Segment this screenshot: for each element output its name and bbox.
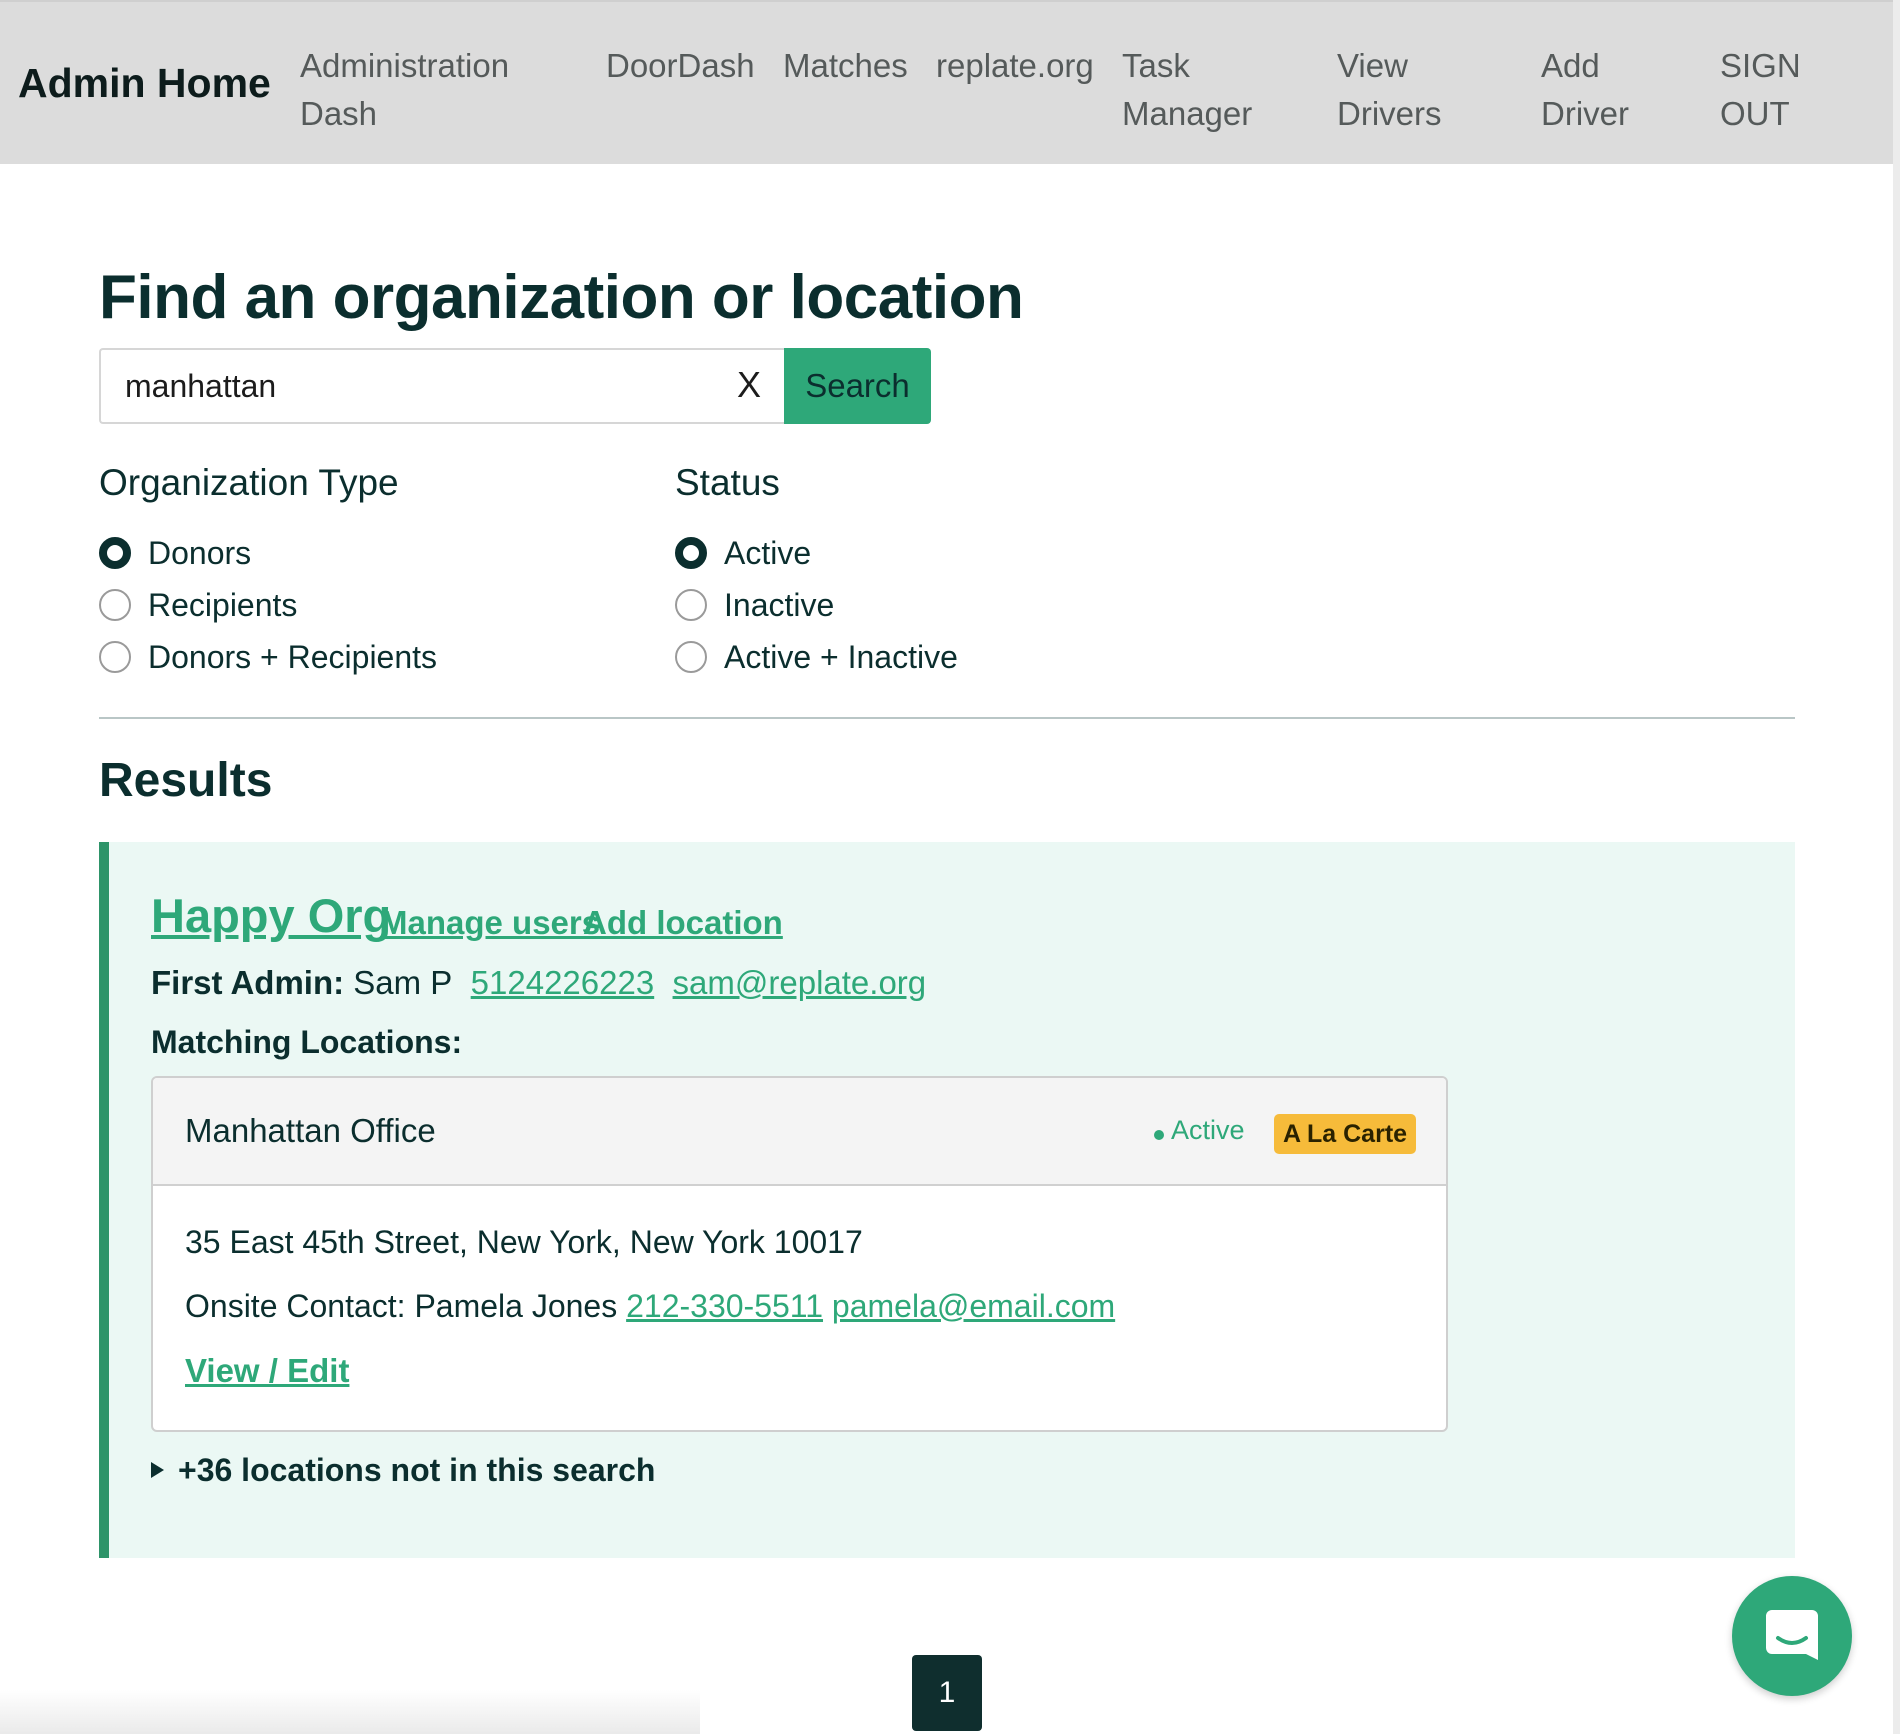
top-navbar: Admin Home Administration Dash DoorDash … [0, 0, 1893, 164]
location-card: Manhattan Office Active A La Carte 35 Ea… [151, 1076, 1448, 1432]
chat-launcher-button[interactable] [1732, 1576, 1852, 1696]
nav-add-driver[interactable]: Add Driver [1541, 42, 1629, 138]
plan-badge: A La Carte [1274, 1114, 1416, 1154]
first-admin-name: Sam P [353, 964, 453, 1001]
radio-unchecked-icon[interactable] [99, 589, 131, 621]
onsite-contact-label: Onsite Contact: [185, 1288, 406, 1324]
chat-bubble-icon [1766, 1610, 1818, 1660]
clear-search-icon[interactable]: X [737, 364, 761, 406]
nav-doordash[interactable]: DoorDash [606, 42, 755, 90]
page: Admin Home Administration Dash DoorDash … [0, 0, 1900, 1734]
radio-active-inactive[interactable]: Active + Inactive [675, 637, 958, 677]
radio-donors[interactable]: Donors [99, 533, 251, 573]
results-heading: Results [99, 754, 273, 807]
location-address: 35 East 45th Street, New York, New York … [185, 1224, 863, 1260]
radio-unchecked-icon[interactable] [675, 641, 707, 673]
status-heading: Status [675, 462, 780, 503]
pagination-page-1[interactable]: 1 [912, 1655, 982, 1731]
view-edit-link[interactable]: View / Edit [185, 1352, 349, 1390]
nav-task-manager[interactable]: Task Manager [1122, 42, 1252, 138]
onsite-contact-name: Pamela Jones [414, 1288, 618, 1324]
admin-phone-link[interactable]: 5124226223 [471, 964, 655, 1001]
location-status: Active [1171, 1115, 1245, 1145]
location-card-header: Manhattan Office Active A La Carte [153, 1078, 1446, 1186]
more-locations-toggle[interactable]: +36 locations not in this search [151, 1452, 655, 1489]
nav-replate-org[interactable]: replate.org [936, 42, 1094, 90]
section-divider [99, 717, 1795, 719]
contact-email-link[interactable]: pamela@email.com [832, 1288, 1115, 1324]
search-button[interactable]: Search [784, 348, 931, 424]
radio-active[interactable]: Active [675, 533, 811, 573]
nav-sign-out[interactable]: SIGN OUT [1720, 42, 1801, 138]
org-name-link[interactable]: Happy Org [151, 888, 391, 943]
org-type-heading: Organization Type [99, 462, 399, 503]
nav-administration-dash[interactable]: Administration Dash [300, 42, 509, 138]
brand-admin-home[interactable]: Admin Home [18, 60, 271, 107]
first-admin-label: First Admin: [151, 964, 345, 1001]
radio-unchecked-icon[interactable] [99, 641, 131, 673]
radio-checked-icon[interactable] [675, 537, 707, 569]
more-locations-label: +36 locations not in this search [178, 1452, 656, 1488]
admin-email-link[interactable]: sam@replate.org [673, 964, 927, 1001]
radio-donors-recipients[interactable]: Donors + Recipients [99, 637, 437, 677]
result-card: Happy Org Manage users Add location Firs… [99, 842, 1795, 1558]
location-name: Manhattan Office [185, 1112, 436, 1149]
nav-matches[interactable]: Matches [783, 42, 908, 90]
search-input[interactable]: manhattan X [99, 348, 784, 424]
nav-view-drivers[interactable]: View Drivers [1337, 42, 1442, 138]
radio-inactive[interactable]: Inactive [675, 585, 834, 625]
first-admin-line: First Admin: Sam P 5124226223 sam@replat… [151, 964, 926, 1002]
bottom-shadow [0, 1690, 700, 1734]
onsite-contact-line: Onsite Contact: Pamela Jones 212-330-551… [185, 1288, 1115, 1325]
status-dot-icon [1154, 1130, 1164, 1140]
window-edge [1893, 0, 1900, 1734]
contact-phone-link[interactable]: 212-330-5511 [626, 1288, 823, 1324]
search-input-value: manhattan [125, 368, 277, 404]
radio-checked-icon[interactable] [99, 537, 131, 569]
add-location-link[interactable]: Add location [583, 904, 783, 942]
radio-recipients[interactable]: Recipients [99, 585, 297, 625]
manage-users-link[interactable]: Manage users [380, 904, 600, 942]
matching-locations-label: Matching Locations: [151, 1024, 463, 1060]
triangle-right-icon [151, 1461, 164, 1478]
radio-unchecked-icon[interactable] [675, 589, 707, 621]
page-title: Find an organization or location [99, 263, 1024, 332]
